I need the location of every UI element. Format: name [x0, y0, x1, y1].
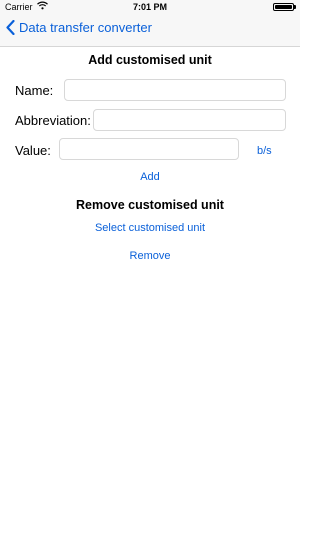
select-customised-unit-button[interactable]: Select customised unit: [0, 222, 300, 234]
unit-select-button[interactable]: b/s: [257, 145, 272, 157]
value-field-box: [59, 138, 239, 160]
remove-section-title: Remove customised unit: [76, 198, 224, 212]
navigation-bar: Data transfer converter: [0, 14, 300, 47]
chevron-left-icon: [6, 20, 15, 35]
abbreviation-label: Abbreviation:: [15, 113, 91, 128]
abbreviation-field-box: [93, 109, 286, 131]
name-input[interactable]: [65, 80, 285, 100]
back-button[interactable]: Data transfer converter: [6, 20, 152, 35]
value-label: Value:: [15, 143, 51, 158]
remove-button[interactable]: Remove: [0, 250, 300, 262]
status-bar: Carrier 7:01 PM: [0, 0, 300, 14]
back-button-label: Data transfer converter: [19, 20, 152, 35]
status-time: 7:01 PM: [132, 2, 167, 12]
add-section-title: Add customised unit: [88, 53, 212, 67]
value-input[interactable]: [60, 139, 238, 159]
name-label: Name:: [15, 83, 54, 98]
battery-tip: [294, 5, 296, 9]
battery-icon: [273, 3, 294, 11]
name-field-box: [64, 79, 286, 101]
abbreviation-input[interactable]: [94, 110, 285, 130]
add-button[interactable]: Add: [0, 171, 300, 183]
